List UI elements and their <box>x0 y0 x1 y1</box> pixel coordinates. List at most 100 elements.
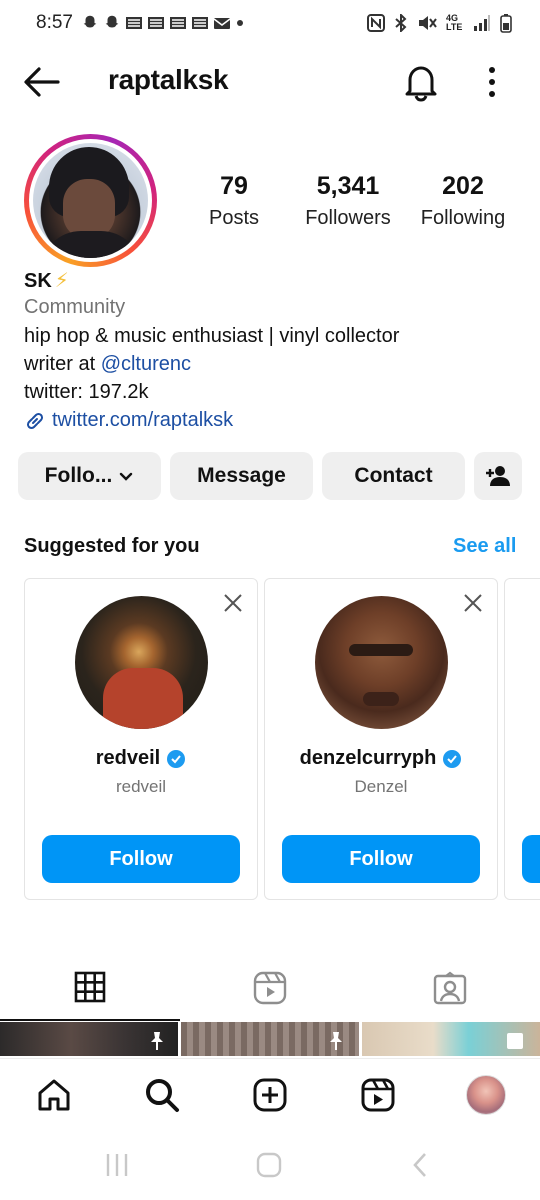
pin-icon <box>151 1032 163 1050</box>
profile-avatar-small <box>466 1075 506 1115</box>
system-status-icons: 4G LTE <box>367 13 512 33</box>
bio-line: writer at @clturenc <box>24 353 191 376</box>
recents-icon[interactable] <box>102 1150 132 1180</box>
nav-reels[interactable] <box>358 1075 398 1115</box>
search-icon <box>146 1079 179 1112</box>
mail-icon <box>147 17 164 29</box>
system-navigation <box>0 1128 540 1200</box>
tagged-icon <box>433 971 467 1005</box>
suggestion-card[interactable]: denzelcurryph Denzel Follow <box>264 578 498 900</box>
more-vertical-icon <box>489 67 495 97</box>
arrow-left-icon <box>24 67 60 97</box>
bottom-navigation <box>0 1058 540 1128</box>
system-back-icon[interactable] <box>406 1150 436 1180</box>
mail-icon <box>169 17 186 29</box>
profile-link[interactable]: twitter.com/raptalksk <box>24 409 233 432</box>
suggestion-card-partial[interactable] <box>504 578 540 900</box>
follow-button[interactable] <box>522 835 540 883</box>
suggestion-username: redveil <box>95 747 161 769</box>
back-button[interactable] <box>22 64 62 100</box>
status-bar: 8:57 4G LTE <box>0 0 540 46</box>
grid-icon <box>74 971 106 1003</box>
close-icon[interactable] <box>463 593 483 613</box>
following-button-label: Follo... <box>44 464 113 487</box>
nav-create[interactable] <box>250 1075 290 1115</box>
pin-icon <box>330 1032 342 1050</box>
verified-badge-icon <box>443 749 462 768</box>
bio-mention-link[interactable]: @clturenc <box>101 353 191 375</box>
create-icon <box>253 1078 287 1112</box>
mute-icon <box>419 16 437 30</box>
mail-icon <box>191 17 208 29</box>
notifications-button[interactable] <box>402 62 440 102</box>
suggestion-name: redveil <box>25 747 257 770</box>
message-button[interactable]: Message <box>170 452 313 500</box>
more-options-button[interactable] <box>478 64 506 100</box>
reels-icon <box>253 971 287 1005</box>
snapchat-icon <box>105 15 119 28</box>
followers-label: Followers <box>305 207 391 229</box>
gmail-icon <box>213 18 231 29</box>
status-time: 8:57 <box>36 12 73 33</box>
suggestion-name: denzelcurryph <box>265 747 497 770</box>
profile-link-text: twitter.com/raptalksk <box>52 409 234 431</box>
nav-search[interactable] <box>142 1075 182 1115</box>
bio-text: writer at <box>24 353 101 375</box>
follow-button[interactable]: Follow <box>42 835 240 883</box>
dot-icon <box>236 20 243 26</box>
post-thumbnail[interactable] <box>362 1022 540 1056</box>
following-dropdown-button[interactable]: Follo... <box>18 452 161 500</box>
suggested-title: Suggested for you <box>24 535 200 557</box>
profile-username: raptalksk <box>108 64 229 95</box>
profile-category: Community <box>24 296 126 318</box>
contact-button[interactable]: Contact <box>322 452 465 500</box>
signal-icon <box>474 15 490 31</box>
profile-avatar-story-ring[interactable] <box>24 134 157 267</box>
link-icon <box>26 412 44 429</box>
snapchat-icon <box>83 15 97 28</box>
post-thumbnail[interactable] <box>181 1022 359 1056</box>
bluetooth-icon <box>395 14 407 32</box>
bio-line: hip hop & music enthusiast | vinyl colle… <box>24 325 400 347</box>
nav-home[interactable] <box>34 1075 74 1115</box>
following-label: Following <box>420 207 506 229</box>
posts-grid <box>0 1022 540 1056</box>
system-home-icon[interactable] <box>254 1150 284 1180</box>
suggestion-subtitle: Denzel <box>354 777 408 796</box>
followers-count: 5,341 <box>316 172 380 200</box>
chevron-down-icon <box>120 472 133 481</box>
posts-label: Posts <box>208 207 260 229</box>
battery-icon <box>500 14 512 33</box>
profile-avatar <box>33 143 148 258</box>
suggestion-card[interactable]: redveil redveil Follow <box>24 578 258 900</box>
stat-followers[interactable]: 5,341 Followers <box>298 172 398 230</box>
profile-header: raptalksk <box>0 52 540 110</box>
suggestion-avatar[interactable] <box>75 596 208 729</box>
nav-profile[interactable] <box>466 1075 506 1115</box>
tab-reels[interactable] <box>180 955 360 1021</box>
nfc-icon <box>367 14 385 32</box>
verified-badge-icon <box>167 749 186 768</box>
suggest-users-button[interactable] <box>474 452 522 500</box>
bell-icon <box>405 66 437 102</box>
stat-posts[interactable]: 79 Posts <box>196 172 272 230</box>
follow-button[interactable]: Follow <box>282 835 480 883</box>
network-type: 4G LTE <box>446 13 463 32</box>
mail-icon <box>125 17 142 29</box>
following-count: 202 <box>442 172 484 200</box>
suggestion-avatar[interactable] <box>315 596 448 729</box>
posts-count: 79 <box>220 172 248 200</box>
suggestion-subtitle: redveil <box>115 777 167 796</box>
home-icon <box>38 1079 70 1111</box>
add-user-icon <box>486 466 510 486</box>
carousel-icon <box>507 1033 523 1049</box>
tab-tagged[interactable] <box>360 955 540 1021</box>
close-icon[interactable] <box>223 593 243 613</box>
bio-line: twitter: 197.2k <box>24 381 149 403</box>
display-name: SK ⚡ <box>24 268 69 293</box>
see-all-link[interactable]: See all <box>453 535 516 558</box>
post-thumbnail[interactable] <box>0 1022 178 1056</box>
notification-icons <box>81 14 245 32</box>
tab-posts-grid[interactable] <box>0 955 180 1021</box>
stat-following[interactable]: 202 Following <box>412 172 514 230</box>
